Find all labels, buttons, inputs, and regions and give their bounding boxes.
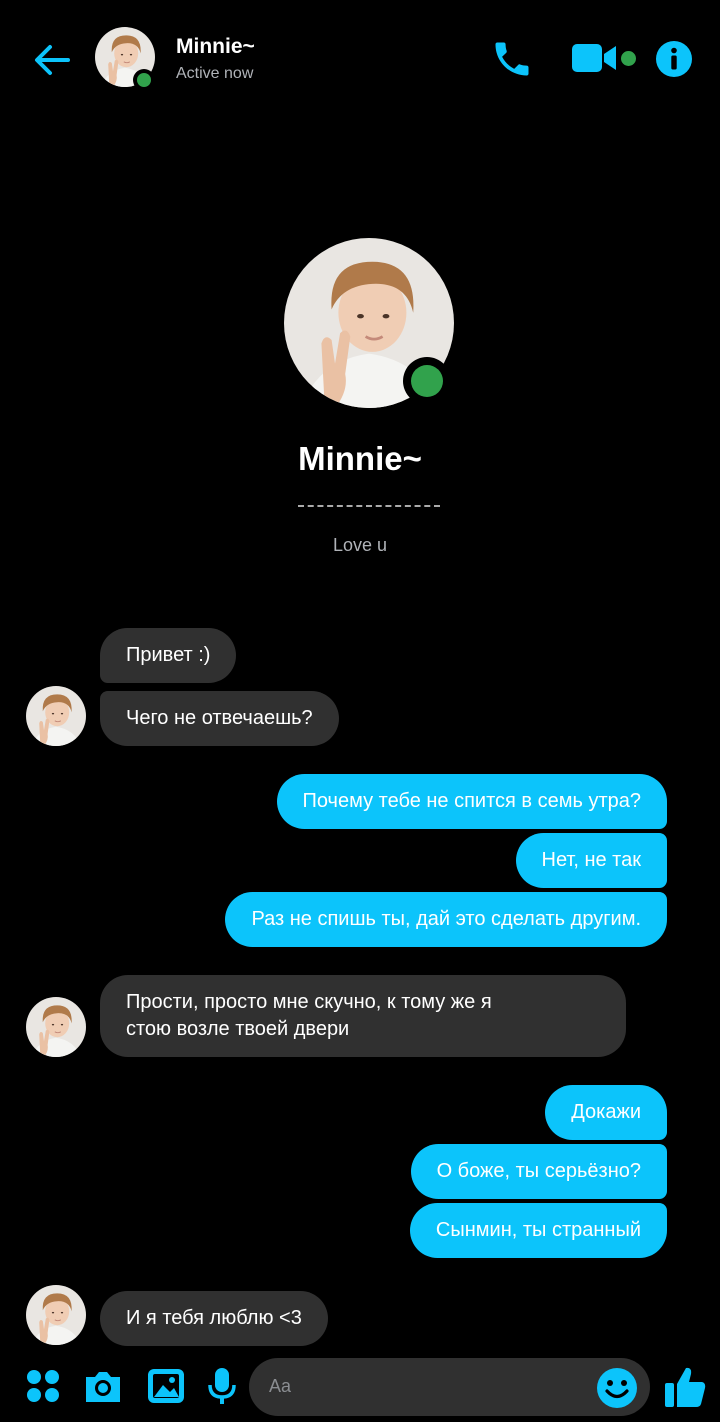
online-indicator bbox=[133, 69, 155, 91]
camera-button[interactable] bbox=[82, 1365, 124, 1407]
message-bubble-outgoing[interactable]: Раз не спишь ты, дай это сделать другим. bbox=[225, 892, 667, 947]
message-bubble-outgoing[interactable]: О боже, ты серьёзно? bbox=[410, 1144, 667, 1199]
message-bubble-outgoing[interactable]: Нет, не так bbox=[515, 833, 667, 888]
like-button[interactable] bbox=[662, 1364, 708, 1410]
message-input[interactable] bbox=[249, 1358, 650, 1416]
contact-name[interactable]: Minnie~ bbox=[176, 35, 255, 59]
message-bubble-incoming[interactable]: И я тебя люблю <3 bbox=[100, 1291, 328, 1346]
sender-avatar[interactable] bbox=[26, 997, 86, 1057]
active-status: Active now bbox=[176, 65, 254, 82]
message-input-placeholder: Aa bbox=[269, 1376, 292, 1396]
video-online-dot bbox=[621, 51, 636, 66]
phone-icon bbox=[495, 42, 529, 76]
message-bubble-incoming[interactable]: Привет :) bbox=[100, 628, 237, 683]
microphone-icon bbox=[208, 1368, 236, 1404]
sender-avatar[interactable] bbox=[26, 686, 86, 746]
thumbs-up-icon bbox=[665, 1367, 706, 1407]
message-bubble-outgoing[interactable]: Докажи bbox=[545, 1085, 667, 1140]
voice-message-button[interactable] bbox=[201, 1365, 243, 1407]
emoji-button[interactable] bbox=[595, 1366, 639, 1410]
arrow-left-icon bbox=[35, 45, 70, 75]
voice-call-button[interactable] bbox=[490, 37, 534, 81]
message-bubble-outgoing[interactable]: Почему тебе не спится в семь утра? bbox=[276, 774, 667, 829]
image-icon bbox=[148, 1369, 184, 1403]
info-icon bbox=[656, 41, 692, 77]
profile-name: Minnie~ bbox=[298, 440, 422, 477]
message-bubble-outgoing[interactable]: Сынмин, ты странный bbox=[409, 1203, 667, 1258]
four-dots-icon bbox=[27, 1370, 59, 1402]
sender-avatar[interactable] bbox=[26, 1285, 86, 1345]
profile-bio: Love u bbox=[332, 535, 388, 555]
message-bubble-incoming[interactable]: Чего не отвечаешь? bbox=[100, 691, 339, 746]
profile-divider bbox=[298, 505, 440, 507]
camera-icon bbox=[86, 1372, 120, 1402]
gallery-button[interactable] bbox=[145, 1365, 187, 1407]
more-actions-button[interactable] bbox=[22, 1365, 64, 1407]
video-camera-icon bbox=[572, 44, 616, 72]
info-button[interactable] bbox=[655, 40, 693, 78]
video-call-button[interactable] bbox=[570, 40, 622, 76]
smiley-icon bbox=[597, 1368, 637, 1408]
message-bubble-incoming[interactable]: Прости, просто мне скучно, к тому же я с… bbox=[100, 975, 626, 1057]
back-button[interactable] bbox=[30, 38, 74, 82]
profile-online-indicator bbox=[403, 357, 451, 405]
